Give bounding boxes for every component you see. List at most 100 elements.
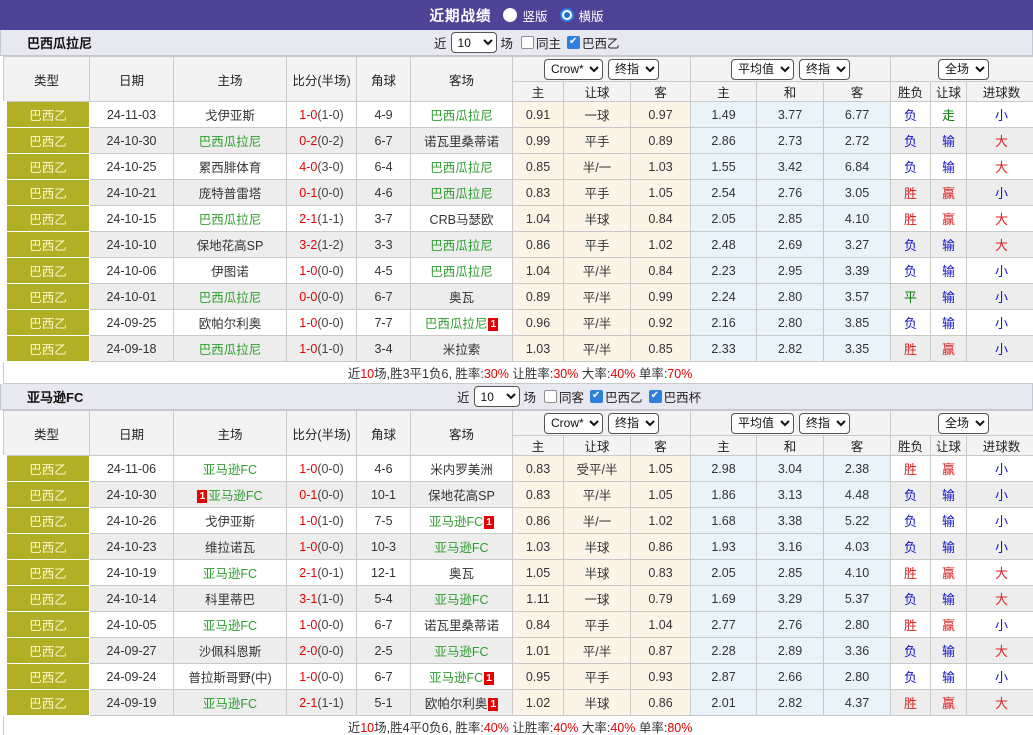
avg-source-select[interactable]: 平均值 [731,59,794,80]
date-cell: 24-10-14 [90,586,174,612]
result-goals-cell: 小 [967,310,1033,336]
home-team-name[interactable]: 亚马逊FC [208,489,262,503]
odds-handicap-cell: 半球 [564,690,631,716]
away-team-name[interactable]: 巴西瓜拉尼 [430,239,493,253]
away-team-cell: 亚马逊FC [411,638,513,664]
odds-away-cell: 0.93 [631,664,691,690]
result-wdl-cell: 负 [891,482,931,508]
fulltime-score: 1-0 [299,540,317,554]
result-goals-cell: 小 [967,284,1033,310]
odds-source-select[interactable]: Crow* [544,413,603,434]
date-cell: 24-10-21 [90,180,174,206]
checkbox-checked-icon [567,36,580,49]
home-team-name: 戈伊亚斯 [205,515,255,529]
away-team-name[interactable]: 巴西瓜拉尼 [430,265,493,279]
odds-source-select[interactable]: Crow* [544,59,603,80]
avg-draw-cell: 2.80 [757,284,824,310]
odds-home-cell: 0.96 [513,310,564,336]
layout-radio-horizontal[interactable]: 横版 [560,6,604,25]
rank-badge: 1 [484,516,494,529]
col-header-odds-away: 客 [631,82,691,102]
fulltime-select[interactable]: 全场 [938,59,989,80]
home-team-name[interactable]: 亚马逊FC [203,463,257,477]
away-team-name[interactable]: 巴西瓜拉尼 [430,187,493,201]
result-handicap-cell: 输 [931,232,967,258]
home-team-name[interactable]: 巴西瓜拉尼 [199,291,262,305]
match-count-select[interactable]: 10 [451,32,497,53]
home-team-name[interactable]: 亚马逊FC [203,567,257,581]
away-team-name[interactable]: 亚马逊FC [434,541,488,555]
home-team-name[interactable]: 巴西瓜拉尼 [199,343,262,357]
match-row: 巴西乙 24-10-30 巴西瓜拉尼 0-2(0-2) 6-7 诺瓦里桑蒂诺 0… [4,128,1033,154]
odds-handicap-cell: 平/半 [564,482,631,508]
away-team-name[interactable]: 亚马逊FC [434,593,488,607]
league-cell: 巴西乙 [4,128,90,154]
odds-home-cell: 0.95 [513,664,564,690]
home-team-name[interactable]: 巴西瓜拉尼 [199,213,262,227]
away-team-name[interactable]: 巴西瓜拉尼 [425,317,488,331]
result-goals-cell: 小 [967,612,1033,638]
odds-handicap-cell: 半/一 [564,154,631,180]
away-team-cell: 诺瓦里桑蒂诺 [411,128,513,154]
summary-footer: 近10场,胜3平1负6, 胜率:30% 让胜率:30% 大率:40% 单率:70… [4,362,1033,384]
home-team-name[interactable]: 巴西瓜拉尼 [199,135,262,149]
avg-draw-cell: 3.29 [757,586,824,612]
league-cell: 巴西乙 [4,534,90,560]
avg-home-cell: 2.24 [691,284,757,310]
rank-badge: 1 [488,318,498,331]
avg-draw-cell: 2.85 [757,560,824,586]
avg-stage-select[interactable]: 终指 [799,59,850,80]
home-team-name[interactable]: 亚马逊FC [203,619,257,633]
halftime-score: (0-0) [317,488,343,502]
result-handicap-cell: 输 [931,508,967,534]
home-team-cell: 亚马逊FC [174,690,287,716]
avg-home-cell: 2.33 [691,336,757,362]
odds-stage-select[interactable]: 终指 [608,59,659,80]
layout-radio-vertical[interactable]: 竖版 [503,6,547,25]
filter-checkbox[interactable]: 同客 [544,387,584,406]
away-team-name[interactable]: 亚马逊FC [429,515,483,529]
away-team-name[interactable]: 巴西瓜拉尼 [430,161,493,175]
odds-stage-select[interactable]: 终指 [608,413,659,434]
odds-away-cell: 0.97 [631,102,691,128]
avg-source-select[interactable]: 平均值 [731,413,794,434]
away-team-name[interactable]: 亚马逊FC [429,671,483,685]
odds-away-cell: 0.87 [631,638,691,664]
result-handicap-cell: 输 [931,586,967,612]
away-team-cell: 巴西瓜拉尼 [411,258,513,284]
fulltime-select[interactable]: 全场 [938,413,989,434]
avg-stage-select[interactable]: 终指 [799,413,850,434]
filter-checkbox[interactable]: 巴西杯 [649,387,702,406]
odds-away-cell: 1.04 [631,612,691,638]
filter-checkbox[interactable]: 同主 [521,33,561,52]
halftime-score: (1-0) [317,592,343,606]
away-team-name[interactable]: 巴西瓜拉尼 [430,109,493,123]
col-header-odds-handicap: 让球 [564,436,631,456]
away-team-cell: 奥瓦 [411,560,513,586]
score-cell: 3-2(1-2) [287,232,357,258]
result-wdl-cell: 负 [891,310,931,336]
odds-home-cell: 1.03 [513,336,564,362]
odds-handicap-cell: 半球 [564,534,631,560]
away-team-name[interactable]: 亚马逊FC [434,645,488,659]
filter-checkbox[interactable]: 巴西乙 [590,387,643,406]
home-team-cell: 亚马逊FC [174,560,287,586]
odds-group-header: Crow* 终指 [513,57,691,82]
col-header-wdl: 胜负 [891,82,931,102]
league-cell: 巴西乙 [4,102,90,128]
filter-controls: 近 10 场 同主巴西乙 [434,32,624,53]
halftime-score: (1-0) [317,514,343,528]
filter-checkbox[interactable]: 巴西乙 [567,33,620,52]
rank-badge: 1 [488,698,498,711]
odds-away-cell: 1.02 [631,232,691,258]
match-count-select[interactable]: 10 [474,386,520,407]
result-goals-cell: 小 [967,180,1033,206]
col-header-score: 比分(半场) [287,57,357,102]
fulltime-score: 2-1 [299,696,317,710]
away-team-name: 米内罗美洲 [430,463,493,477]
odds-handicap-cell: 半球 [564,560,631,586]
near-label: 近 [434,33,447,52]
radio-horizontal-label: 横版 [579,6,604,25]
home-team-cell: 伊图诺 [174,258,287,284]
home-team-name[interactable]: 亚马逊FC [203,697,257,711]
